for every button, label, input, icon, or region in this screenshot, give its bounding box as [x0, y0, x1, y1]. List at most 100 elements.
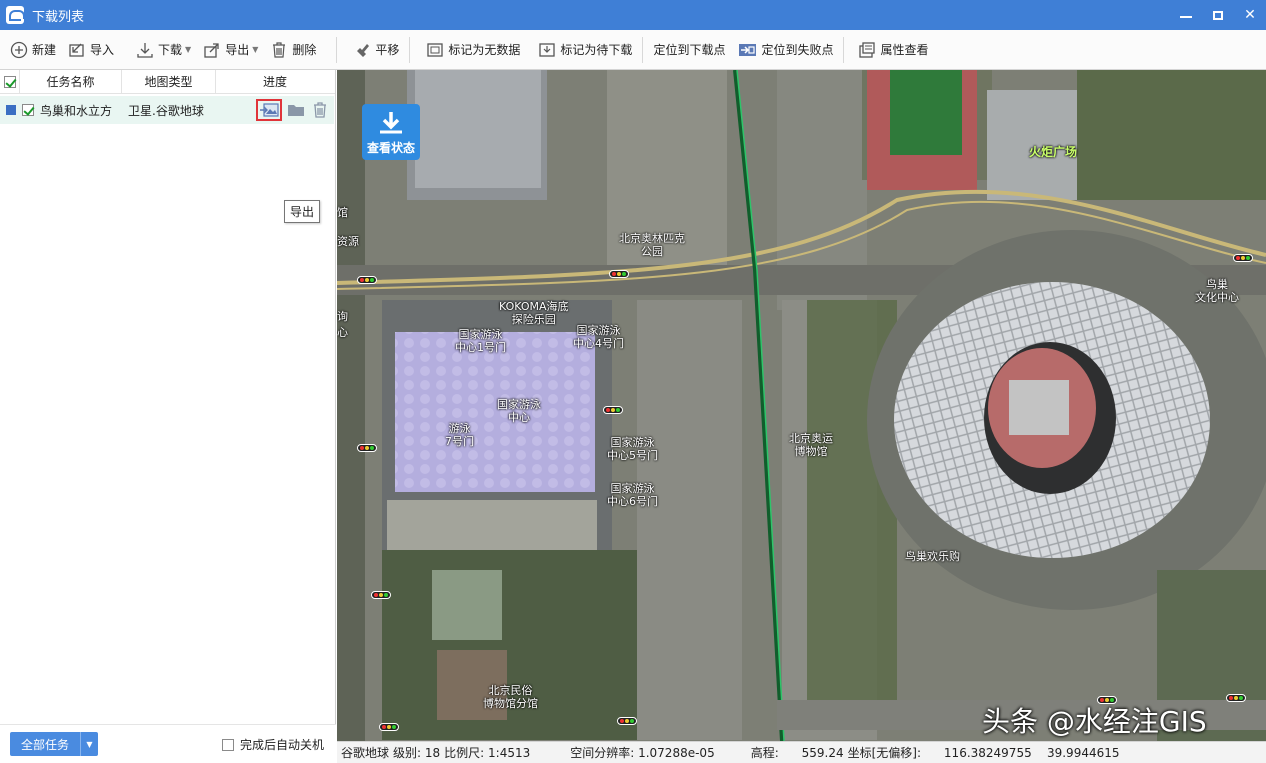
traffic-light-icon [1233, 254, 1253, 262]
properties-icon [859, 41, 876, 58]
select-all-checkbox[interactable] [3, 75, 16, 88]
map-label-nest-shopping: 鸟巢欢乐购 [905, 550, 960, 563]
row-delete-button[interactable] [310, 101, 330, 119]
traffic-light-icon [371, 591, 391, 599]
map-statusbar: 谷歌地球 级别: 18 比例尺: 1:4513 空间分辨率: 1.07288e-… [337, 741, 1266, 763]
map-label-olympic-museum: 北京奥运 博物馆 [789, 432, 833, 458]
properties-button[interactable]: 属性查看 [852, 36, 934, 64]
app-icon [6, 6, 25, 24]
export-button[interactable]: 导出 ▼ [197, 36, 264, 64]
locate-download-button[interactable]: 定位到下载点 [647, 36, 731, 64]
row-open-folder-button[interactable] [286, 101, 306, 119]
traffic-light-icon [617, 717, 637, 725]
map-label-gate-5: 国家游泳 中心5号门 [607, 436, 658, 462]
map-label-gate-6: 国家游泳 中心6号门 [607, 482, 658, 508]
status-coordinates: 坐标[无偏移]: 116.38249755 39.9944615 [847, 746, 1120, 760]
delete-label: 删除 [292, 43, 317, 57]
export-icon [204, 42, 219, 58]
download-button[interactable]: 下载 ▼ [130, 36, 197, 64]
map-label-line: 游泳 [448, 422, 471, 435]
status-elevation: 高程: 559.24 [750, 746, 844, 760]
locate-failed-label: 定位到失败点 [761, 43, 834, 57]
mark-pending-button[interactable]: 标记为待下载 [532, 36, 638, 64]
toolbar-divider [409, 36, 411, 63]
status-source: 谷歌地球 [341, 746, 390, 760]
map-view[interactable]: 火炬广场 北京奥林匹克 公园 KOKOMA海底 探险乐园 国家游泳 中心1号门 国家游… [337, 70, 1266, 741]
minimize-button[interactable] [1170, 0, 1202, 30]
chevron-down-icon[interactable]: ▼ [80, 732, 98, 756]
mark-no-data-label: 标记为无数据 [448, 43, 521, 57]
import-button[interactable]: 导入 [62, 36, 120, 64]
chevron-down-icon: ▼ [185, 45, 192, 54]
task-table-header: 任务名称 地图类型 进度 [0, 69, 335, 94]
map-label-line: 7号门 [445, 435, 474, 448]
map-label-line: 中心1号门 [455, 341, 506, 354]
toolbar-divider [843, 36, 845, 63]
map-label-kokoma: KOKOMA海底 探险乐园 [499, 300, 569, 326]
map-label-line: 中心4号门 [573, 337, 624, 350]
table-row[interactable]: 鸟巢和水立方 卫星.谷歌地球 [0, 96, 334, 124]
column-map-type[interactable]: 地图类型 [122, 69, 216, 94]
map-label-line: 北京奥运 [789, 432, 833, 445]
close-button[interactable]: ✕ [1234, 0, 1266, 30]
locate-failed-icon [739, 43, 757, 56]
map-label-line: 文化中心 [1195, 291, 1239, 304]
mark-download-icon [539, 42, 556, 57]
task-name: 鸟巢和水立方 [40, 103, 113, 118]
status-resolution: 空间分辨率: 1.07288e-05 [570, 746, 715, 760]
chevron-down-icon: ▼ [252, 45, 259, 54]
status-level: 级别: 18 [393, 746, 441, 760]
locate-failed-button[interactable]: 定位到失败点 [731, 36, 839, 64]
view-status-label: 查看状态 [366, 141, 415, 155]
all-tasks-label: 全部任务 [20, 737, 69, 752]
map-label-nest-culture: 鸟巢 文化中心 [1195, 278, 1239, 304]
map-label-gate-4: 国家游泳 中心4号门 [573, 324, 624, 350]
column-task-name[interactable]: 任务名称 [20, 69, 122, 94]
close-icon: ✕ [1244, 7, 1256, 23]
map-label-line: 国家游泳 [497, 398, 541, 411]
map-label-line: 国家游泳 [610, 436, 655, 449]
auto-shutdown-option[interactable]: 完成后自动关机 [222, 736, 324, 753]
view-status-button[interactable]: 查看状态 [362, 104, 420, 160]
mark-empty-icon [427, 42, 444, 57]
map-label-line: 国家游泳 [576, 324, 621, 337]
map-label-line: 国家游泳 [610, 482, 655, 495]
map-label-line: 探险乐园 [511, 313, 556, 326]
map-label-edge: 馆 [337, 206, 348, 219]
download-arrow-icon [380, 112, 402, 134]
map-label-torch-square: 火炬广场 [1029, 145, 1078, 159]
pan-label: 平移 [375, 43, 400, 57]
row-export-button[interactable] [256, 99, 282, 121]
map-label-edge: 资源 [337, 235, 359, 248]
map-label-line: 中心5号门 [607, 449, 658, 462]
delete-button[interactable]: 删除 [264, 36, 322, 64]
auto-shutdown-checkbox[interactable] [222, 738, 234, 751]
map-label-line: 博物馆 [794, 445, 828, 458]
trash-icon [273, 41, 286, 58]
all-tasks-button[interactable]: 全部任务 ▼ [10, 732, 98, 756]
map-label-line: 国家游泳 [458, 328, 503, 341]
export-image-icon [260, 103, 279, 117]
map-label-gate-1: 国家游泳 中心1号门 [455, 328, 506, 354]
minimize-icon [1180, 16, 1192, 18]
task-list-footer: 全部任务 ▼ 完成后自动关机 [0, 724, 336, 763]
map-label-aquatics-center: 国家游泳 中心 [497, 398, 541, 424]
watermark: 头条 @水经注GIS [982, 705, 1207, 738]
new-button[interactable]: 新建 [4, 36, 62, 64]
mark-no-data-button[interactable]: 标记为无数据 [420, 36, 526, 64]
column-progress[interactable]: 进度 [216, 70, 334, 94]
new-label: 新建 [32, 43, 57, 57]
traffic-light-icon [357, 276, 377, 284]
map-label-line: KOKOMA海底 [499, 300, 569, 313]
task-color-marker [6, 105, 16, 115]
traffic-light-icon [609, 270, 629, 278]
map-label-edge: 心 [337, 326, 348, 339]
download-label: 下载 [158, 43, 183, 57]
hand-icon [357, 43, 370, 57]
pan-button[interactable]: 平移 [347, 36, 405, 64]
folder-icon [288, 105, 304, 116]
plus-circle-icon [10, 41, 28, 58]
locate-download-label: 定位到下载点 [653, 43, 726, 57]
task-row-checkbox[interactable] [22, 104, 34, 116]
maximize-button[interactable] [1202, 0, 1234, 30]
